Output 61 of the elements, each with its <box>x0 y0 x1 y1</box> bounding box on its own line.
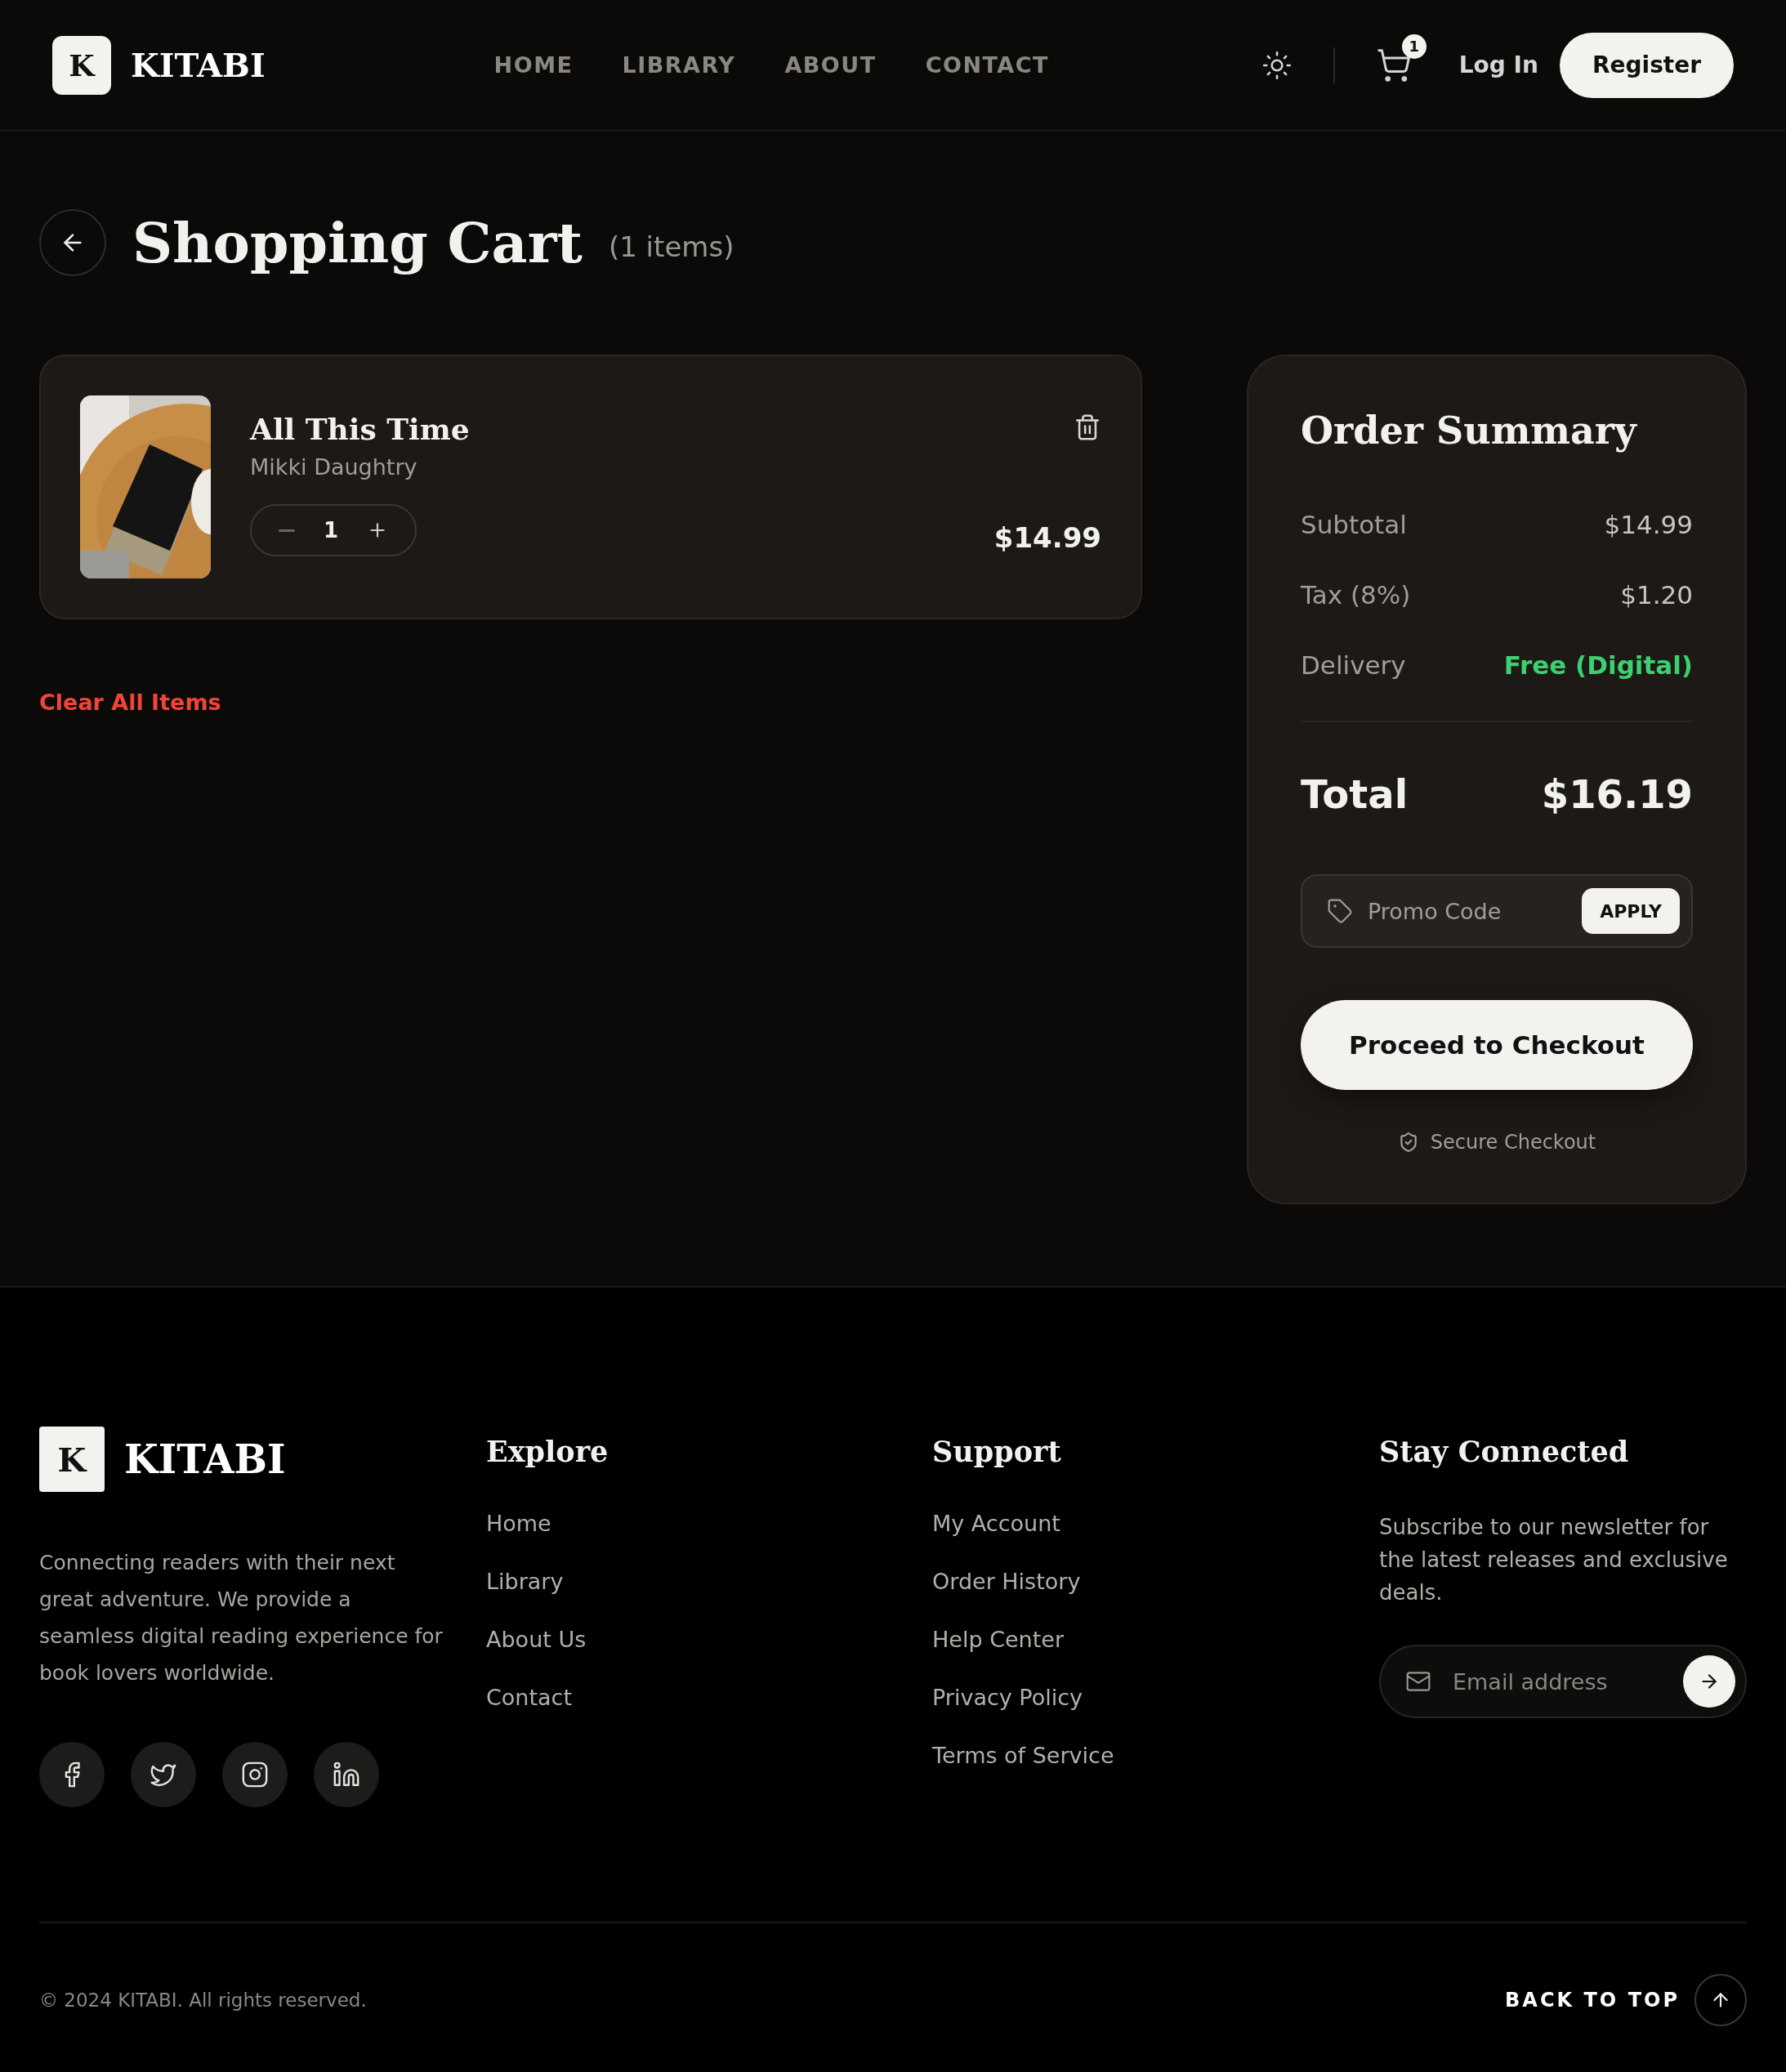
footer-link[interactable]: Contact <box>486 1685 932 1710</box>
login-link[interactable]: Log In <box>1458 51 1538 78</box>
quantity-value: 1 <box>323 518 339 543</box>
clear-all-link[interactable]: Clear All Items <box>39 690 221 715</box>
footer-heading: Support <box>932 1435 1062 1468</box>
secure-checkout-note: Secure Checkout <box>1430 1131 1596 1154</box>
cart-icon <box>1375 47 1412 83</box>
logo-mark[interactable]: K <box>39 1427 105 1492</box>
item-price: $14.99 <box>993 521 1101 554</box>
theme-toggle-button[interactable] <box>1261 49 1293 81</box>
apply-button[interactable]: APPLY <box>1582 888 1680 934</box>
page-title: Shopping Cart <box>132 210 583 275</box>
cart-button[interactable] <box>1375 47 1412 83</box>
footer-link[interactable]: Home <box>486 1511 932 1536</box>
nav-link[interactable]: HOME <box>493 52 574 78</box>
decrease-button[interactable] <box>279 529 296 532</box>
newsletter-text: Subscribe to our newsletter for the latest releases and exclusive deals. <box>1379 1514 1729 1606</box>
nav-link[interactable]: ABOUT <box>784 52 877 78</box>
book-author: Mikki Daughtry <box>250 454 418 480</box>
footer-heading: Explore <box>486 1435 609 1468</box>
footer-link[interactable]: Library <box>486 1569 932 1594</box>
cart-count-badge: 1 <box>1401 33 1427 59</box>
logo-mark[interactable]: K <box>52 35 111 95</box>
book-title: All This Time <box>250 412 471 446</box>
nav-link[interactable]: LIBRARY <box>622 52 736 78</box>
summary-value: Free (Digital) <box>1503 650 1693 680</box>
nav-link[interactable]: CONTACT <box>925 52 1049 78</box>
footer-link[interactable]: Privacy Policy <box>932 1685 1379 1710</box>
back-to-top-link[interactable]: BACK TO TOP <box>1505 1989 1680 2012</box>
summary-label: Subtotal <box>1301 510 1407 539</box>
register-button[interactable]: Register <box>1559 32 1734 98</box>
summary-value: $1.20 <box>1620 580 1693 610</box>
sun-icon <box>1261 49 1293 81</box>
email-field[interactable]: Email address <box>1451 1668 1663 1695</box>
footer-link[interactable]: About Us <box>486 1627 932 1652</box>
footer-link[interactable]: Order History <box>932 1569 1379 1594</box>
delete-button[interactable] <box>1074 413 1101 441</box>
brand-name[interactable]: KITABI <box>131 46 266 84</box>
summary-label: Delivery <box>1301 650 1406 680</box>
instagram-icon <box>241 1761 269 1788</box>
minus-icon <box>279 529 296 532</box>
copyright-text: © 2024 KITABI. All rights reserved. <box>39 1989 367 2011</box>
trash-icon <box>1074 413 1101 441</box>
footer-link[interactable]: Help Center <box>932 1627 1379 1652</box>
promo-code-field[interactable]: Promo Code APPLY <box>1301 874 1693 948</box>
summary-label: Tax (8%) <box>1301 580 1411 610</box>
summary-value: $14.99 <box>1604 510 1693 539</box>
total-value: $16.19 <box>1541 771 1693 817</box>
tag-icon <box>1327 898 1353 924</box>
footer-heading: Stay Connected <box>1379 1435 1630 1468</box>
linkedin-icon <box>333 1761 360 1788</box>
total-label: Total <box>1301 771 1409 817</box>
back-to-top-button[interactable] <box>1694 1974 1747 2026</box>
item-count: (1 items) <box>608 230 734 263</box>
subscribe-button[interactable] <box>1683 1655 1735 1708</box>
footer-description: Connecting readers with their next great adventure. We provide a seamless digital reading experience for book lovers worldwide. <box>39 1550 444 1686</box>
footer-link[interactable]: Terms of Service <box>932 1743 1379 1768</box>
summary-title: Order Summary <box>1301 409 1638 453</box>
footer-link[interactable]: My Account <box>932 1511 1379 1536</box>
checkout-button[interactable]: Proceed to Checkout <box>1301 1000 1693 1090</box>
brand-name[interactable]: KITABI <box>124 1436 286 1482</box>
